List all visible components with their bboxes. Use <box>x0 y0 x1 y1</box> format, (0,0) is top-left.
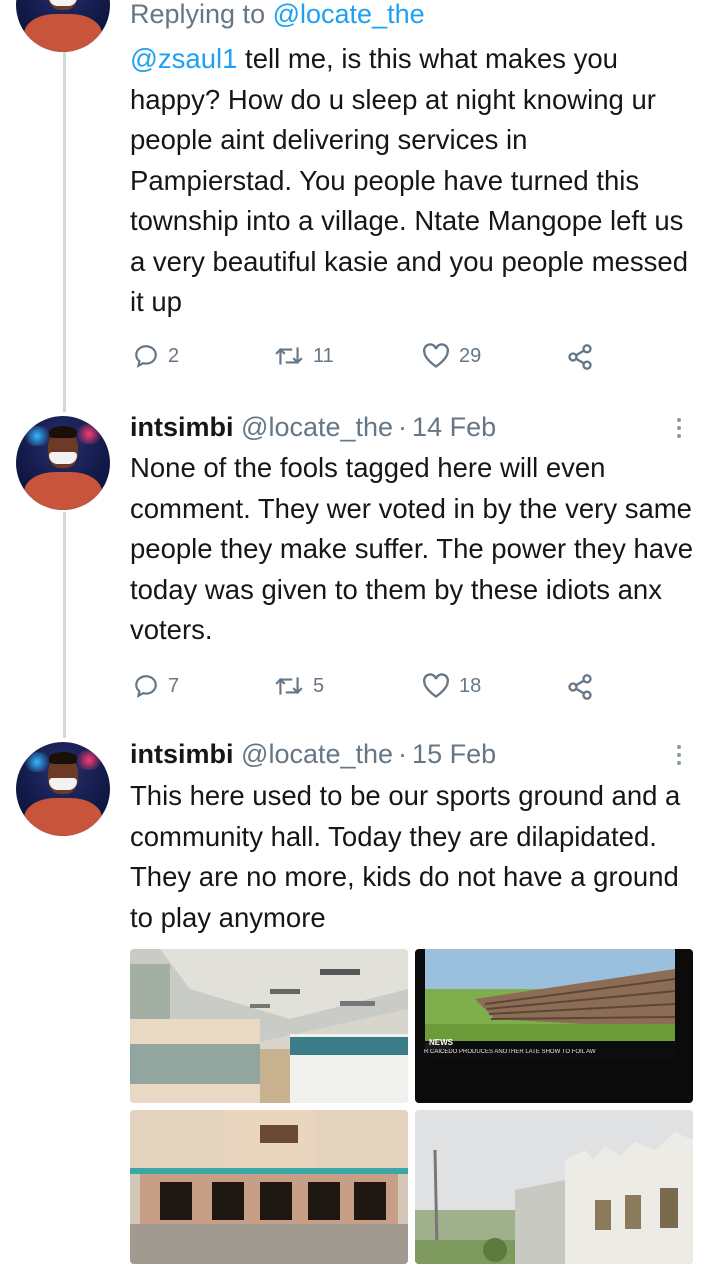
display-name[interactable]: intsimbi <box>130 412 234 442</box>
retweet-button[interactable]: 11 <box>274 343 334 369</box>
retweet-icon <box>275 347 303 365</box>
separator: · <box>398 412 408 442</box>
handle[interactable]: @locate_the <box>241 739 393 769</box>
news-ticker: R CAICEDO PRODUCES ANOTHER LATE SHOW TO … <box>424 1049 596 1055</box>
share-icon <box>568 674 592 700</box>
like-count: 29 <box>459 344 482 367</box>
heart-icon <box>423 673 449 698</box>
reply-button[interactable]: 2 <box>133 343 179 369</box>
more-vertical-icon[interactable] <box>672 418 686 442</box>
reply-count: 7 <box>168 674 180 697</box>
display-name[interactable]: intsimbi <box>130 739 234 769</box>
media-photo-hall-interior[interactable] <box>130 949 408 1103</box>
tweet-text: This here used to be our sports ground a… <box>130 780 681 933</box>
heart-icon <box>423 343 449 368</box>
share-icon <box>568 344 592 370</box>
reply-icon <box>135 345 157 368</box>
tweet-header: intsimbi @locate_the · 14 Feb <box>130 410 496 444</box>
replying-handle-link[interactable]: @locate_the <box>273 0 425 29</box>
mention-link[interactable]: @zsaul1 <box>130 43 237 74</box>
reply-icon <box>135 675 157 698</box>
tweet-date[interactable]: 15 Feb <box>412 739 496 769</box>
tweet-text: None of the fools tagged here will even … <box>130 452 694 645</box>
like-count: 18 <box>459 674 482 697</box>
avatar[interactable] <box>16 742 110 836</box>
retweet-icon <box>275 677 303 695</box>
reply-count: 2 <box>168 344 180 367</box>
avatar[interactable] <box>16 0 110 52</box>
reply-button[interactable]: 7 <box>133 673 179 699</box>
replying-to: Replying to @locate_the <box>130 0 425 31</box>
media-photo-ruined-building[interactable] <box>415 1110 693 1264</box>
media-photo-sports-ground[interactable]: NEWS R CAICEDO PRODUCES ANOTHER LATE SHO… <box>415 949 693 1103</box>
separator: · <box>398 739 408 769</box>
like-button[interactable]: 29 <box>422 343 481 369</box>
tweet-text: @zsaul1 tell me, is this what makes you … <box>130 39 695 323</box>
retweet-count: 11 <box>313 344 334 367</box>
tweet-date[interactable]: 14 Feb <box>412 412 496 442</box>
thread-line <box>63 512 66 738</box>
thread-line <box>63 50 66 412</box>
avatar[interactable] <box>16 416 110 510</box>
share-button[interactable] <box>566 343 594 371</box>
like-button[interactable]: 18 <box>422 673 481 699</box>
retweet-count: 5 <box>313 674 325 697</box>
more-vertical-icon[interactable] <box>672 745 686 769</box>
replying-prefix: Replying to <box>130 0 266 29</box>
news-logo: NEWS <box>429 1038 453 1047</box>
tweet-header: intsimbi @locate_the · 15 Feb <box>130 737 496 771</box>
handle[interactable]: @locate_the <box>241 412 393 442</box>
retweet-button[interactable]: 5 <box>274 673 324 699</box>
share-button[interactable] <box>566 673 594 701</box>
media-photo-hall-counter[interactable] <box>130 1110 408 1264</box>
tweet-body: tell me, is this what makes you happy? H… <box>130 43 688 317</box>
